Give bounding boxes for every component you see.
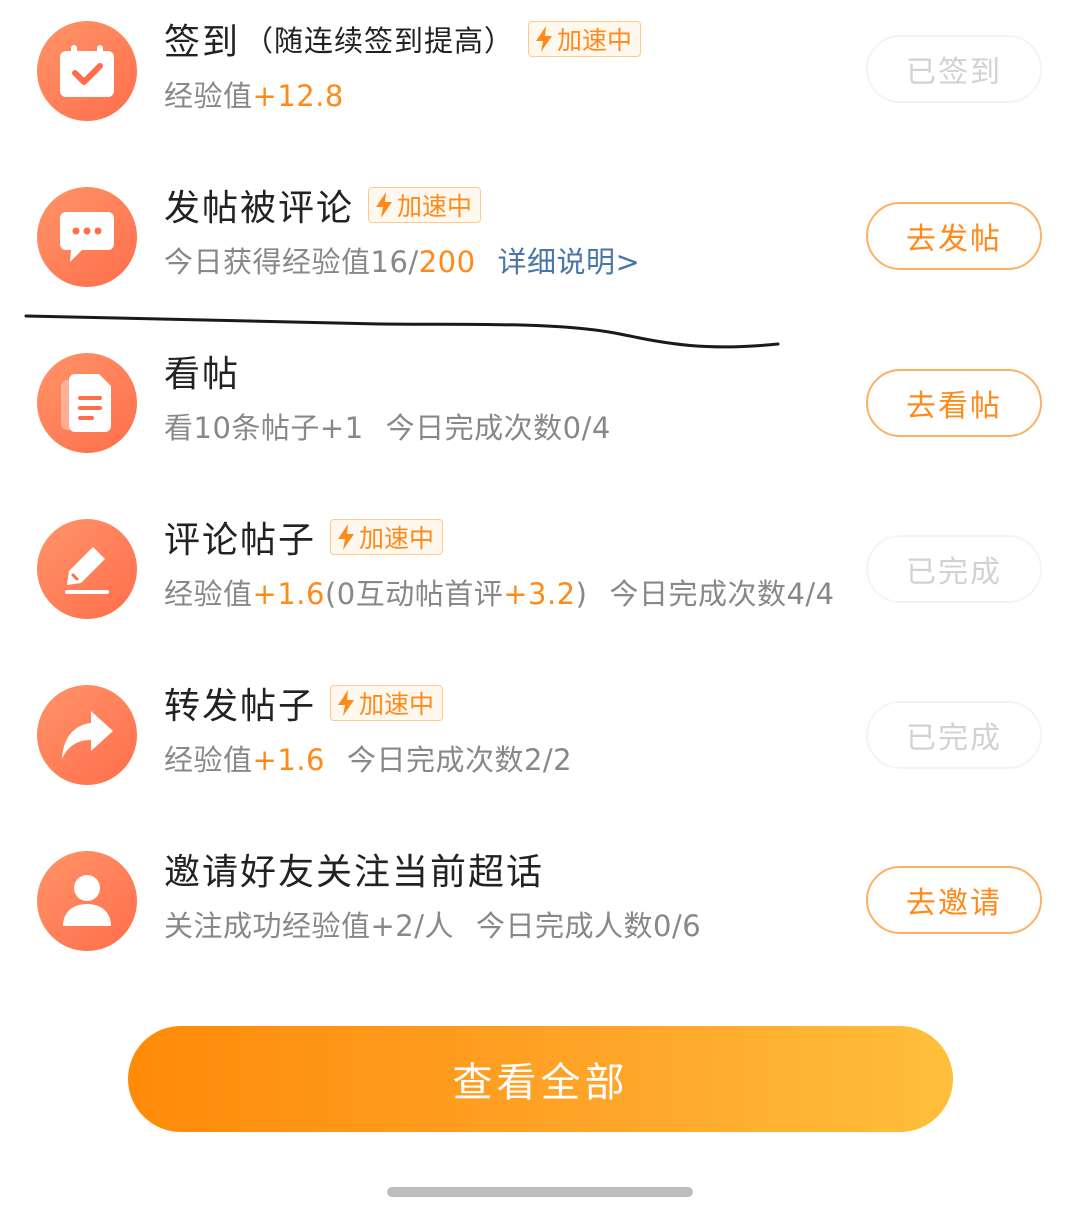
daily-count: 今日完成次数4/4 xyxy=(609,577,835,611)
task-subtitle: 今日获得经验值16/200 详细说明> xyxy=(164,239,640,281)
lightning-icon xyxy=(536,26,553,52)
details-link[interactable]: 详细说明> xyxy=(498,245,641,279)
task-checkin: 签到 （随连续签到提高） 加速中 经验值+12.8 已签到 xyxy=(0,21,1080,161)
boost-label: 加速中 xyxy=(557,26,633,55)
first-comment-label: (0互动帖首评 xyxy=(324,577,504,611)
checked-in-button[interactable]: 已签到 xyxy=(866,35,1042,103)
daily-count: 今日完成人数0/6 xyxy=(476,909,702,943)
task-invite-friends: 邀请好友关注当前超话 关注成功经验值+2/人 今日完成人数0/6 去邀请 xyxy=(0,851,1080,991)
go-post-button[interactable]: 去发帖 xyxy=(866,202,1042,270)
go-read-button[interactable]: 去看帖 xyxy=(866,369,1042,437)
completed-button[interactable]: 已完成 xyxy=(866,535,1042,603)
exp-value: +1.6 xyxy=(252,577,325,611)
boost-badge: 加速中 xyxy=(330,519,444,555)
task-title: 签到 xyxy=(164,22,241,63)
paren-close: ) xyxy=(575,577,588,611)
task-subtitle: 看10条帖子+1 今日完成次数0/4 xyxy=(164,405,611,447)
task-title: 看帖 xyxy=(164,354,241,395)
task-title: 转发帖子 xyxy=(164,686,317,727)
task-reward-text: 看10条帖子+1 xyxy=(164,411,364,445)
document-icon xyxy=(37,353,137,453)
exp-label: 经验值 xyxy=(164,743,253,777)
daily-count: 今日完成次数2/2 xyxy=(346,743,573,777)
lightning-icon xyxy=(376,192,393,218)
user-icon xyxy=(37,851,137,951)
task-subtitle: 关注成功经验值+2/人 今日完成人数0/6 xyxy=(164,903,701,945)
task-subtitle: 经验值+1.6(0互动帖首评+3.2) 今日完成次数4/4 xyxy=(164,571,835,613)
boost-badge: 加速中 xyxy=(330,685,444,721)
view-all-button[interactable]: 查看全部 xyxy=(128,1026,953,1132)
first-comment-value: +3.2 xyxy=(503,577,576,611)
exp-progress-label: 今日获得经验值16/ xyxy=(164,245,419,279)
exp-limit: 200 xyxy=(418,245,476,279)
task-title: 邀请好友关注当前超话 xyxy=(164,852,545,893)
chat-bubble-icon xyxy=(37,187,137,287)
exp-value: +12.8 xyxy=(252,79,344,113)
task-repost: 转发帖子 加速中 经验值+1.6 今日完成次数2/2 已完成 xyxy=(0,685,1080,825)
task-comment-posts: 评论帖子 加速中 经验值+1.6(0互动帖首评+3.2) 今日完成次数4/4 已完… xyxy=(0,519,1080,659)
task-title: 评论帖子 xyxy=(164,520,317,561)
daily-count: 今日完成次数0/4 xyxy=(385,411,611,445)
task-read-posts: 看帖 看10条帖子+1 今日完成次数0/4 去看帖 xyxy=(0,353,1080,493)
boost-label: 加速中 xyxy=(359,690,435,719)
completed-button[interactable]: 已完成 xyxy=(866,701,1042,769)
lightning-icon xyxy=(338,690,355,716)
lightning-icon xyxy=(338,524,355,550)
home-indicator[interactable] xyxy=(387,1187,693,1197)
task-subtitle: 经验值+1.6 今日完成次数2/2 xyxy=(164,737,572,779)
boost-badge: 加速中 xyxy=(528,21,642,57)
calendar-check-icon xyxy=(37,21,137,121)
exp-label: 经验值 xyxy=(164,79,253,113)
task-subtitle: 经验值+12.8 xyxy=(164,73,344,115)
hand-drawn-line xyxy=(24,314,780,349)
go-invite-button[interactable]: 去邀请 xyxy=(866,866,1042,934)
boost-badge: 加速中 xyxy=(368,187,482,223)
exp-value: +1.6 xyxy=(252,743,325,777)
exp-label: 经验值 xyxy=(164,577,253,611)
task-title-note: （随连续签到提高） xyxy=(244,24,515,58)
share-arrow-icon xyxy=(37,685,137,785)
boost-label: 加速中 xyxy=(359,524,435,553)
task-title: 发帖被评论 xyxy=(164,188,355,229)
pencil-icon xyxy=(37,519,137,619)
boost-label: 加速中 xyxy=(397,192,473,221)
task-reward-text: 关注成功经验值+2/人 xyxy=(164,909,455,943)
